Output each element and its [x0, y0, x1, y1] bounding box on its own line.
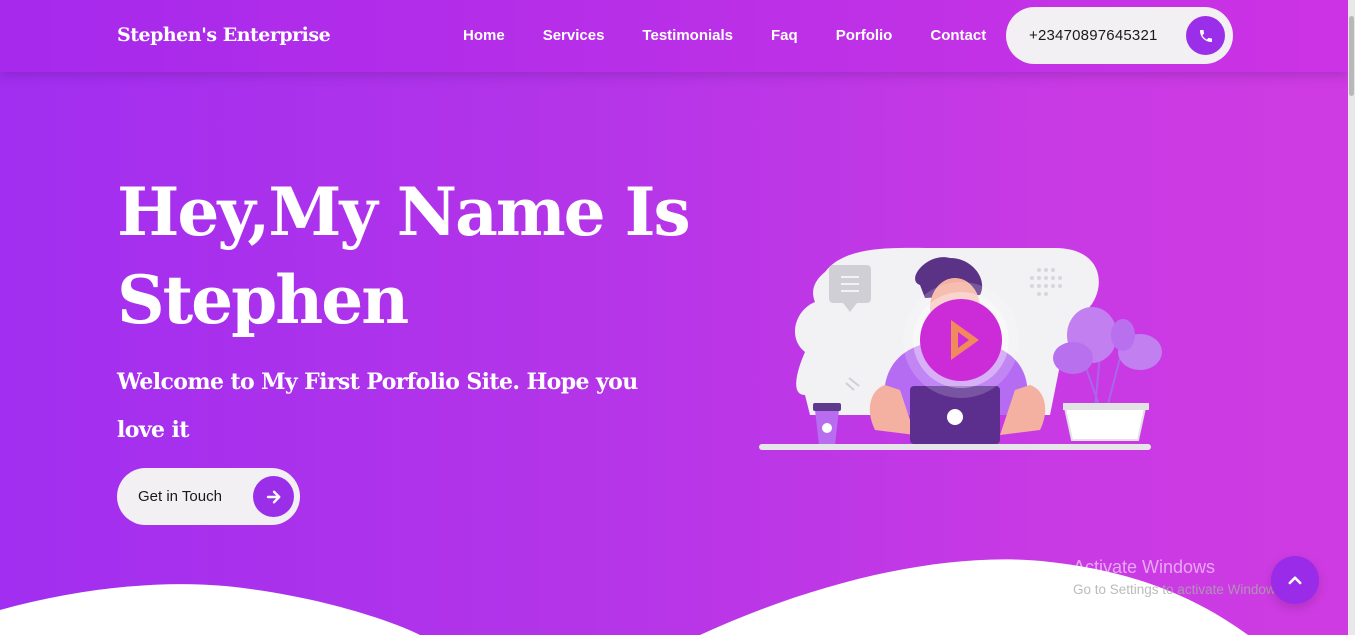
nav-item-contact[interactable]: Contact: [930, 27, 986, 44]
nav-item-faq[interactable]: Faq: [771, 27, 798, 44]
play-icon: [903, 282, 1019, 398]
scrollbar-thumb[interactable]: [1349, 16, 1354, 96]
phone-icon[interactable]: [1186, 16, 1225, 55]
cta-label: Get in Touch: [138, 488, 222, 505]
nav-menu: Home Services Testimonials Faq Porfolio …: [463, 27, 1024, 44]
get-in-touch-button[interactable]: Get in Touch: [117, 468, 300, 525]
nav-item-porfolio[interactable]: Porfolio: [836, 27, 893, 44]
arrow-right-icon[interactable]: [253, 476, 294, 517]
desk-surface: [759, 444, 1151, 450]
phone-contact-button[interactable]: +23470897645321: [1006, 7, 1233, 64]
activation-watermark-title: Activate Windows: [1073, 557, 1216, 577]
chevron-up-icon: [1288, 576, 1302, 585]
phone-number: +23470897645321: [1029, 27, 1158, 44]
brand-logo-text[interactable]: Stephen's Enterprise: [117, 24, 331, 46]
page-scrollbar[interactable]: [1348, 0, 1355, 635]
nav-item-services[interactable]: Services: [543, 27, 605, 44]
coffee-cup: [813, 403, 841, 445]
hero-title: Hey,My Name Is Stephen: [117, 173, 691, 339]
nav-item-testimonials[interactable]: Testimonials: [642, 27, 733, 44]
potted-plant: [1053, 307, 1162, 441]
top-navbar: Stephen's Enterprise Home Services Testi…: [0, 0, 1348, 72]
back-to-top-button[interactable]: [1271, 556, 1319, 604]
hero-subtitle: Welcome to My First Porfolio Site. Hope …: [117, 369, 638, 443]
nav-item-home[interactable]: Home: [463, 27, 505, 44]
activation-watermark-subtitle: Go to Settings to activate Windows.: [1073, 582, 1287, 597]
hero-illustration: [759, 247, 1162, 450]
